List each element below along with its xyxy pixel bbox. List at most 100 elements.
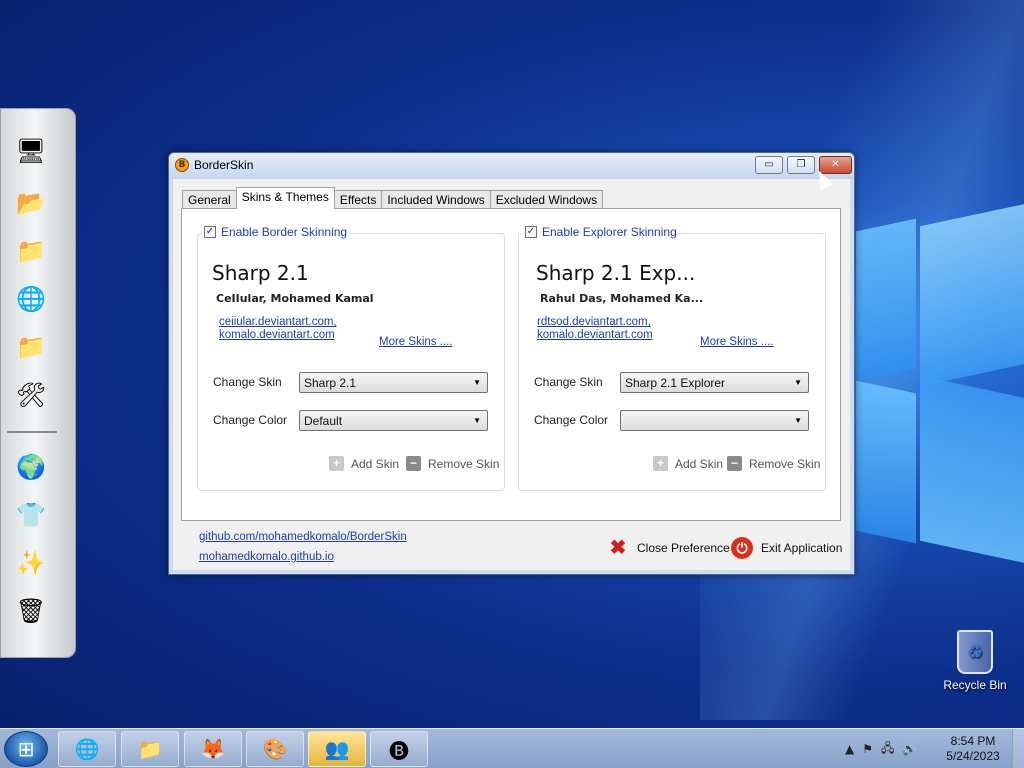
maximize-button[interactable]: ❐ xyxy=(787,156,815,174)
border-skin-links: ceiiular.deviantart.com, komalo.devianta… xyxy=(219,316,337,342)
show-hidden-icons-icon[interactable]: ▲ xyxy=(845,742,854,756)
pictures-folder-icon[interactable]: 📁 xyxy=(9,231,53,271)
tshirt-icon[interactable]: 👕 xyxy=(9,495,53,535)
chevron-down-icon: ▼ xyxy=(473,416,481,425)
border-add-skin-label: Add Skin xyxy=(351,456,400,471)
tab-strip: General Skins & Themes Effects Included … xyxy=(182,187,604,209)
borderskin-app-icon: B xyxy=(175,158,189,172)
exit-application-label: Exit Application xyxy=(761,541,843,555)
tab-included-windows[interactable]: Included Windows xyxy=(381,190,491,209)
border-skinning-checkbox[interactable]: ✓ xyxy=(204,226,216,238)
window-title: BorderSkin xyxy=(194,158,254,172)
red-x-icon: ✖ xyxy=(609,537,627,559)
border-author-link-1[interactable]: ceiiular.deviantart.com, xyxy=(219,316,337,329)
explorer-author-link-1[interactable]: rdtsod.deviantart.com, xyxy=(537,316,653,329)
explorer-add-skin-label: Add Skin xyxy=(675,456,724,471)
tools-icon[interactable]: 🛠 xyxy=(9,375,53,415)
clock-date: 5/24/2023 xyxy=(946,749,1000,763)
enable-explorer-skinning[interactable]: ✓ Enable Explorer Skinning xyxy=(523,225,679,239)
border-change-color-select[interactable]: Default ▼ xyxy=(299,410,488,431)
border-remove-skin-button[interactable]: − Remove Skin xyxy=(406,456,499,471)
border-change-skin-select[interactable]: Sharp 2.1 ▼ xyxy=(299,372,488,393)
explorer-add-skin-button[interactable]: + Add Skin xyxy=(653,456,723,471)
minimize-button[interactable]: ▭ xyxy=(755,156,783,174)
border-change-color-label: Change Color xyxy=(213,413,288,427)
border-author-link-2[interactable]: komalo.deviantart.com xyxy=(219,329,337,342)
side-dock: 🖥 📂 📁 🌐 📁 🛠 🌍 👕 ✨ 🗑 xyxy=(0,108,76,658)
tab-excluded-windows[interactable]: Excluded Windows xyxy=(489,190,604,209)
plus-icon: + xyxy=(329,456,344,471)
chrome-taskbar-button[interactable]: 🌐 xyxy=(58,731,116,767)
paint-icon: 🎨 xyxy=(262,737,288,761)
skins-themes-panel: ✓ Enable Border Skinning Sharp 2.1 CeIIu… xyxy=(181,208,841,521)
chevron-down-icon: ▼ xyxy=(794,378,802,387)
explorer-remove-skin-button[interactable]: − Remove Skin xyxy=(727,456,820,471)
close-preference-label: Close Preference xyxy=(637,541,730,555)
window-client: General Skins & Themes Effects Included … xyxy=(173,179,850,570)
tab-skins-themes[interactable]: Skins & Themes xyxy=(235,187,335,209)
clock[interactable]: 8:54 PM 5/24/2023 xyxy=(940,734,1006,764)
network-globe-icon[interactable]: 🌐 xyxy=(9,279,53,319)
firefox-icon: 🦊 xyxy=(200,737,226,761)
internet-icon[interactable]: 🌍 xyxy=(9,447,53,487)
border-more-skins-link[interactable]: More Skins .... xyxy=(379,336,453,348)
taskbar: ⊞ 🌐 📁 🦊 🎨 👥 🅑 ▲ ⚑ 🖧 🔊 8:54 PM 5/24/2023 xyxy=(0,728,1024,768)
documents-folder-icon[interactable]: 📂 xyxy=(9,183,53,223)
border-skinning-group: ✓ Enable Border Skinning Sharp 2.1 CeIIu… xyxy=(197,225,505,491)
title-bar[interactable]: B BorderSkin ▭ ❐ ✕ xyxy=(169,153,854,179)
border-skin-author: CeIIular, Mohamed Kamal xyxy=(216,292,374,305)
explorer-change-color-select[interactable]: ▼ xyxy=(620,410,809,431)
music-folder-icon[interactable]: 📁 xyxy=(9,327,53,367)
windows-logo-wallpaper xyxy=(856,203,1024,564)
explorer-icon: 📁 xyxy=(137,737,163,761)
border-add-skin-button[interactable]: + Add Skin xyxy=(329,456,399,471)
border-change-skin-value: Sharp 2.1 xyxy=(304,376,357,390)
recycle-bin-dock-icon[interactable]: 🗑 xyxy=(9,591,53,631)
explorer-skin-links: rdtsod.deviantart.com, komalo.deviantart… xyxy=(537,316,653,342)
border-skin-name: Sharp 2.1 xyxy=(212,261,309,285)
github-link[interactable]: github.com/mohamedkomalo/BorderSkin xyxy=(199,531,407,543)
minus-icon: − xyxy=(727,456,742,471)
network-icon[interactable]: 🖧 xyxy=(881,739,894,760)
website-link[interactable]: mohamedkomalo.github.io xyxy=(199,551,334,563)
messenger-icon: 👥 xyxy=(324,737,350,761)
close-preference-button[interactable]: ✖ Close Preference xyxy=(607,537,730,559)
borderskin-taskbar-button[interactable]: 🅑 xyxy=(370,731,428,767)
explorer-change-skin-select[interactable]: Sharp 2.1 Explorer ▼ xyxy=(620,372,809,393)
action-center-icon[interactable]: ⚑ xyxy=(862,742,873,756)
enable-explorer-skinning-label: Enable Explorer Skinning xyxy=(542,225,677,239)
explorer-taskbar-button[interactable]: 📁 xyxy=(121,731,179,767)
recycle-bin-desktop[interactable]: ♻ Recycle Bin xyxy=(940,630,1010,692)
explorer-skinning-group: ✓ Enable Explorer Skinning Sharp 2.1 Exp… xyxy=(518,225,826,491)
borderskin-window: B BorderSkin ▭ ❐ ✕ General Skins & Theme… xyxy=(168,152,855,575)
volume-icon[interactable]: 🔊 xyxy=(902,742,917,756)
paint-taskbar-button[interactable]: 🎨 xyxy=(246,731,304,767)
show-desktop-button[interactable] xyxy=(1012,729,1024,768)
border-change-skin-label: Change Skin xyxy=(213,375,282,389)
chevron-down-icon: ▼ xyxy=(473,378,481,387)
enable-border-skinning[interactable]: ✓ Enable Border Skinning xyxy=(202,225,350,239)
exit-application-button[interactable]: ⏻ Exit Application xyxy=(731,537,842,559)
recycle-bin-label: Recycle Bin xyxy=(943,678,1007,692)
magic-wand-icon[interactable]: ✨ xyxy=(9,543,53,583)
explorer-change-color-label: Change Color xyxy=(534,413,609,427)
explorer-skin-author: Rahul Das, Mohamed Ka... xyxy=(540,292,704,305)
explorer-skinning-checkbox[interactable]: ✓ xyxy=(525,226,537,238)
explorer-author-link-2[interactable]: komalo.deviantart.com xyxy=(537,329,653,342)
chrome-icon: 🌐 xyxy=(74,737,100,761)
enable-border-skinning-label: Enable Border Skinning xyxy=(221,225,348,239)
tab-general[interactable]: General xyxy=(182,190,237,209)
clock-time: 8:54 PM xyxy=(950,734,996,748)
computer-icon[interactable]: 🖥 xyxy=(9,131,53,171)
explorer-skin-name: Sharp 2.1 Exp... xyxy=(536,261,696,285)
firefox-taskbar-button[interactable]: 🦊 xyxy=(184,731,242,767)
messenger-taskbar-button[interactable]: 👥 xyxy=(308,731,366,767)
start-button[interactable]: ⊞ xyxy=(4,731,48,767)
plus-icon: + xyxy=(653,456,668,471)
tab-effects[interactable]: Effects xyxy=(333,190,383,209)
chevron-down-icon: ▼ xyxy=(794,416,802,425)
border-change-color-value: Default xyxy=(304,414,343,428)
explorer-more-skins-link[interactable]: More Skins .... xyxy=(700,336,774,348)
recycle-bin-icon: ♻ xyxy=(957,630,993,674)
power-icon: ⏻ xyxy=(731,537,753,559)
